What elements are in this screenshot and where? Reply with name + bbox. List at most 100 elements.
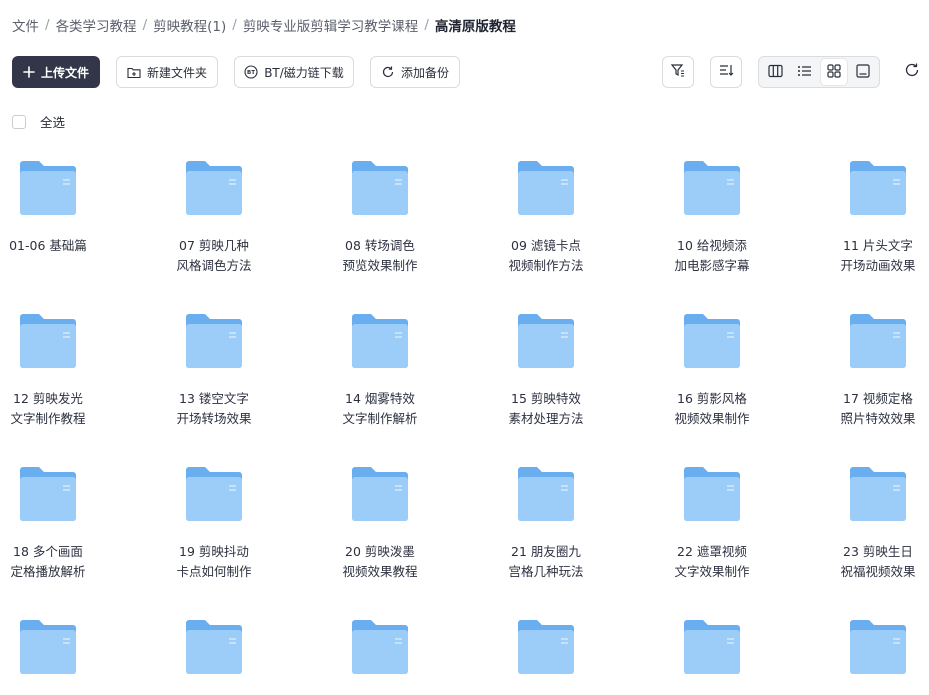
filter-button[interactable] (662, 56, 694, 88)
folder-name-line2: 开场动画效果 (840, 258, 916, 273)
select-all[interactable]: 全选 (12, 112, 65, 131)
folder-name-line2: 祝福视频效果 (840, 564, 916, 579)
folder-icon (0, 619, 96, 675)
folder-name: 12 剪映发光 文字制作教程 (0, 389, 96, 429)
folder-name: 19 剪映抖动 卡点如何制作 (166, 542, 262, 582)
view-columns-option[interactable] (763, 59, 789, 85)
list-icon (797, 63, 812, 82)
folder-item[interactable] (498, 619, 594, 695)
folder-icon (830, 160, 926, 216)
folder-name-line2: 照片特效效果 (840, 411, 916, 426)
folder-item[interactable]: 20 剪映泼墨 视频效果教程 (332, 466, 428, 582)
folder-item[interactable] (332, 619, 428, 695)
select-all-checkbox[interactable] (12, 114, 26, 129)
breadcrumb-item-files[interactable]: 文件 (12, 15, 39, 35)
folder-item[interactable]: 19 剪映抖动 卡点如何制作 (166, 466, 262, 582)
folder-name-line2: 卡点如何制作 (176, 564, 252, 579)
folder-item[interactable]: 14 烟雾特效 文字制作解析 (332, 313, 428, 429)
folder-icon (166, 619, 262, 675)
bt-download-button[interactable]: BT BT/磁力链下载 (234, 56, 354, 88)
folder-item[interactable]: 08 转场调色 预览效果制作 (332, 160, 428, 276)
folder-icon (830, 313, 926, 369)
breadcrumb-separator: / (424, 17, 429, 33)
folder-icon (332, 313, 428, 369)
upload-button-label: 上传文件 (40, 65, 89, 80)
folder-item[interactable]: 17 视频定格 照片特效效果 (830, 313, 926, 429)
new-folder-button[interactable]: 新建文件夹 (116, 56, 218, 88)
folder-name-line1: 18 多个画面 (13, 544, 83, 559)
folder-icon (166, 160, 262, 216)
folder-plus-icon (127, 66, 141, 79)
folder-name-line2: 视频制作方法 (508, 258, 584, 273)
folder-name-line2: 视频效果教程 (342, 564, 418, 579)
folder-name-line1: 12 剪映发光 (13, 391, 83, 406)
folder-item[interactable]: 07 剪映几种 风格调色方法 (166, 160, 262, 276)
view-list-option[interactable] (792, 59, 818, 85)
folder-icon (664, 466, 760, 522)
folder-item[interactable]: 18 多个画面 定格播放解析 (0, 466, 96, 582)
folder-name: 16 剪影风格 视频效果制作 (664, 389, 760, 429)
folder-item[interactable]: 01-06 基础篇 (0, 160, 96, 256)
folder-name-line1: 19 剪映抖动 (179, 544, 249, 559)
folder-item[interactable]: 13 镂空文字 开场转场效果 (166, 313, 262, 429)
breadcrumb-item-jianying[interactable]: 剪映教程(1) (153, 15, 226, 35)
folder-name-line1: 14 烟雾特效 (345, 391, 415, 406)
folder-name-line2: 文字制作教程 (10, 411, 86, 426)
folder-item[interactable]: 09 滤镜卡点 视频制作方法 (498, 160, 594, 276)
breadcrumb-item-course[interactable]: 剪映专业版剪辑学习教学课程 (243, 15, 419, 35)
folder-icon (830, 619, 926, 675)
folder-icon (0, 466, 96, 522)
folder-icon (498, 466, 594, 522)
folder-item[interactable] (830, 619, 926, 695)
bt-download-button-label: BT/磁力链下载 (264, 65, 344, 80)
folder-name-line2: 风格调色方法 (176, 258, 252, 273)
folder-item[interactable]: 11 片头文字 开场动画效果 (830, 160, 926, 276)
folder-item[interactable]: 22 遮罩视频 文字效果制作 (664, 466, 760, 582)
refresh-button[interactable] (900, 60, 924, 84)
folder-name-line1: 22 遮罩视频 (677, 544, 747, 559)
folder-item[interactable]: 10 给视频添 加电影感字幕 (664, 160, 760, 276)
sort-icon (718, 62, 734, 82)
sync-icon (381, 65, 395, 79)
folder-item[interactable]: 23 剪映生日 祝福视频效果 (830, 466, 926, 582)
folder-name-line2: 宫格几种玩法 (508, 564, 584, 579)
folder-name: 20 剪映泼墨 视频效果教程 (332, 542, 428, 582)
folder-name-line2: 素材处理方法 (508, 411, 584, 426)
view-grid-option[interactable] (820, 59, 847, 85)
plus-icon (23, 66, 35, 78)
folder-name-line2: 文字效果制作 (674, 564, 750, 579)
folder-name-line1: 13 镂空文字 (179, 391, 249, 406)
folder-name-line1: 23 剪映生日 (843, 544, 913, 559)
upload-button[interactable]: 上传文件 (12, 56, 100, 88)
folder-item[interactable]: 16 剪影风格 视频效果制作 (664, 313, 760, 429)
folder-name-line2: 视频效果制作 (674, 411, 750, 426)
add-backup-button-label: 添加备份 (400, 65, 449, 80)
folder-item[interactable] (0, 619, 96, 695)
folder-name-line1: 21 朋友圈九 (511, 544, 581, 559)
view-preview-option[interactable] (850, 59, 876, 85)
folder-name: 10 给视频添 加电影感字幕 (664, 236, 760, 276)
folder-item[interactable]: 15 剪映特效 素材处理方法 (498, 313, 594, 429)
folder-name: 11 片头文字 开场动画效果 (830, 236, 926, 276)
folder-name: 07 剪映几种 风格调色方法 (166, 236, 262, 276)
folder-item[interactable] (166, 619, 262, 695)
sort-button[interactable] (710, 56, 742, 88)
folder-name-line1: 11 片头文字 (843, 238, 913, 253)
folder-name: 14 烟雾特效 文字制作解析 (332, 389, 428, 429)
refresh-icon (904, 62, 920, 82)
folder-name-line2: 加电影感字幕 (674, 258, 750, 273)
toolbar: 上传文件 新建文件夹 BT BT/磁力链下载 添加备份 (12, 56, 919, 88)
folder-icon (166, 313, 262, 369)
folder-item[interactable]: 12 剪映发光 文字制作教程 (0, 313, 96, 429)
breadcrumb-item-learning[interactable]: 各类学习教程 (56, 15, 137, 35)
folder-name-line2: 定格播放解析 (10, 564, 86, 579)
add-backup-button[interactable]: 添加备份 (370, 56, 460, 88)
folder-icon (498, 160, 594, 216)
grid-icon (826, 63, 841, 82)
folder-name-line2: 预览效果制作 (342, 258, 418, 273)
folder-item[interactable]: 21 朋友圈九 宫格几种玩法 (498, 466, 594, 582)
svg-text:BT: BT (247, 70, 255, 76)
folder-icon (498, 313, 594, 369)
folder-name-line1: 20 剪映泼墨 (345, 544, 415, 559)
folder-item[interactable] (664, 619, 760, 695)
